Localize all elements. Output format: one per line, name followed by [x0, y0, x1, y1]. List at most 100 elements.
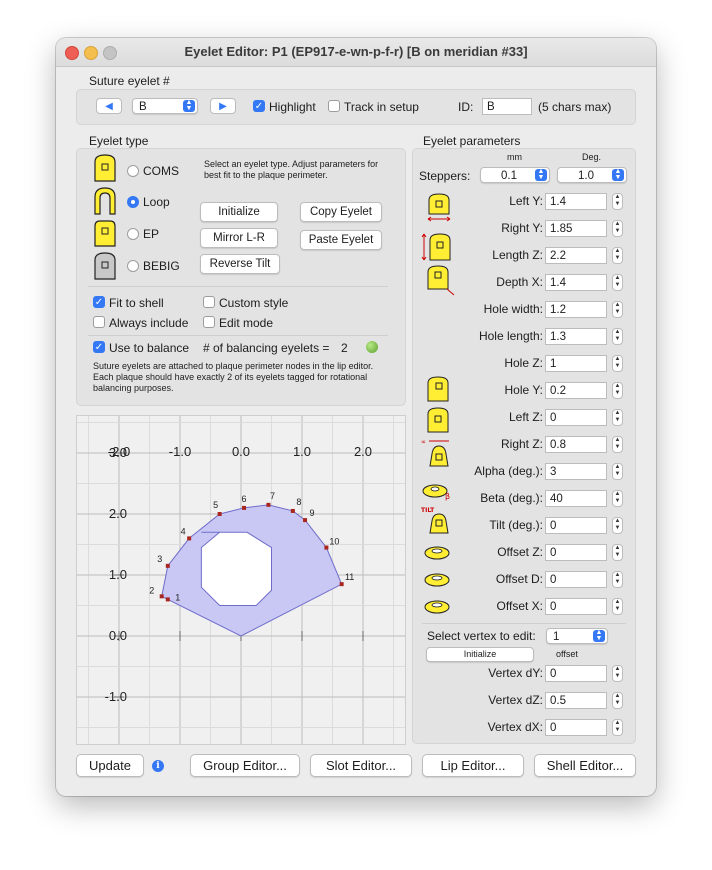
- param-stepper[interactable]: ▲ ▼: [612, 193, 623, 210]
- param-stepper[interactable]: ▲ ▼: [612, 409, 623, 426]
- id-field[interactable]: B: [482, 98, 532, 115]
- param-field[interactable]: 0: [545, 517, 607, 534]
- param-field[interactable]: 0: [545, 544, 607, 561]
- param-stepper[interactable]: ▲ ▼: [612, 598, 623, 615]
- param-label: Depth X:: [496, 275, 543, 289]
- x-tick-label: 2.0: [354, 444, 372, 459]
- custom-style-checkbox[interactable]: [203, 296, 215, 308]
- vertex-stepper[interactable]: ▲ ▼: [612, 665, 623, 682]
- param-label: Hole Z:: [504, 356, 543, 370]
- slot-editor-button[interactable]: Slot Editor...: [310, 754, 412, 777]
- vertex-select[interactable]: 1 ▲ ▼: [546, 628, 608, 644]
- always-include-label: Always include: [109, 316, 189, 330]
- always-include-checkbox[interactable]: [93, 316, 105, 328]
- x-tick-label: -1.0: [169, 444, 191, 459]
- param-field[interactable]: 40: [545, 490, 607, 507]
- group-editor-button[interactable]: Group Editor...: [190, 754, 300, 777]
- param-stepper[interactable]: ▲ ▼: [612, 355, 623, 372]
- mirror-lr-button[interactable]: Mirror L-R: [200, 228, 278, 248]
- param-field[interactable]: 2.2: [545, 247, 607, 264]
- vertex-label: 8: [296, 497, 301, 507]
- initialize-button[interactable]: Initialize: [200, 202, 278, 222]
- eyelet-plot-canvas[interactable]: -2.0 -1.0 0.0 1.0 2.03.02.01.00.0-1.0123456 7…: [77, 416, 405, 744]
- param-field[interactable]: 1.85: [545, 220, 607, 237]
- vertex-field[interactable]: 0: [545, 719, 607, 736]
- vertex-node: [266, 502, 271, 507]
- vertex-node: [339, 582, 344, 587]
- use-to-balance-checkbox[interactable]: ✓: [93, 341, 105, 353]
- param-stepper[interactable]: ▲ ▼: [612, 247, 623, 264]
- reverse-tilt-button[interactable]: Reverse Tilt: [200, 254, 280, 274]
- depth-x-icon: [427, 265, 455, 296]
- vertex-initialize-button[interactable]: Initialize: [426, 647, 534, 662]
- vertex-stepper[interactable]: ▲ ▼: [612, 692, 623, 709]
- update-button[interactable]: Update: [76, 754, 144, 777]
- title-bar[interactable]: Eyelet Editor: P1 (EP917-e-wn-p-f-r) [B …: [56, 38, 656, 67]
- info-icon[interactable]: i: [152, 760, 164, 772]
- shell-editor-button[interactable]: Shell Editor...: [534, 754, 636, 777]
- track-in-setup-checkbox[interactable]: [328, 100, 340, 112]
- eyelet-plot[interactable]: -2.0 -1.0 0.0 1.0 2.0 3.0 2.0 1.0 0.0 -1.0 1 2 3 4 5 6 7…: [76, 415, 406, 745]
- vertex-field[interactable]: 0.5: [545, 692, 607, 709]
- offset-x-icon: [424, 600, 450, 614]
- param-field[interactable]: 0: [545, 598, 607, 615]
- param-field[interactable]: 3: [545, 463, 607, 480]
- vertex-label: 3: [157, 554, 162, 564]
- offset-d-icon: [424, 573, 450, 587]
- stepper-mm-select[interactable]: 0.1 ▲ ▼: [480, 167, 550, 183]
- stepper-deg-select[interactable]: 1.0 ▲ ▼: [557, 167, 627, 183]
- status-ok-icon: [366, 341, 378, 353]
- param-stepper[interactable]: ▲ ▼: [612, 301, 623, 318]
- param-stepper[interactable]: ▲ ▼: [612, 220, 623, 237]
- param-field[interactable]: 1.2: [545, 301, 607, 318]
- vertex-stepper[interactable]: ▲ ▼: [612, 719, 623, 736]
- vertex-label: 4: [181, 526, 186, 536]
- beta-icon: β: [422, 484, 450, 501]
- param-field[interactable]: 0: [545, 571, 607, 588]
- next-eyelet-button[interactable]: ▶: [210, 98, 236, 114]
- ep-eyelet-icon: [94, 220, 116, 247]
- vertex-label: 5: [213, 500, 218, 510]
- param-stepper[interactable]: ▲ ▼: [612, 436, 623, 453]
- vertex-label: Vertex dX:: [487, 720, 543, 734]
- param-stepper[interactable]: ▲ ▼: [612, 544, 623, 561]
- param-field[interactable]: 0.8: [545, 436, 607, 453]
- paste-eyelet-button[interactable]: Paste Eyelet: [300, 230, 382, 250]
- type-label-bebig: BEBIG: [143, 259, 180, 273]
- param-field[interactable]: 0: [545, 409, 607, 426]
- param-stepper[interactable]: ▲ ▼: [612, 463, 623, 480]
- vertex-node: [165, 563, 170, 568]
- type-label-loop: Loop: [143, 195, 170, 209]
- param-field[interactable]: 1.4: [545, 193, 607, 210]
- vertex-field[interactable]: 0: [545, 665, 607, 682]
- param-stepper[interactable]: ▲ ▼: [612, 328, 623, 345]
- lip-editor-button[interactable]: Lip Editor...: [422, 754, 524, 777]
- param-label: Left Z:: [508, 410, 543, 424]
- eyelet-select[interactable]: B ▲ ▼: [132, 98, 198, 114]
- param-field[interactable]: 1.3: [545, 328, 607, 345]
- fit-to-shell-checkbox[interactable]: ✓: [93, 296, 105, 308]
- previous-eyelet-button[interactable]: ◀: [96, 98, 122, 114]
- radio-coms[interactable]: [127, 165, 139, 177]
- param-field[interactable]: 0.2: [545, 382, 607, 399]
- highlight-label: Highlight: [269, 100, 316, 114]
- highlight-checkbox[interactable]: ✓: [253, 100, 265, 112]
- param-stepper[interactable]: ▲ ▼: [612, 490, 623, 507]
- param-label: Hole width:: [483, 302, 543, 316]
- radio-ep[interactable]: [127, 228, 139, 240]
- param-label: Length Z:: [492, 248, 543, 262]
- param-stepper[interactable]: ▲ ▼: [612, 274, 623, 291]
- vertex-select-value: 1: [553, 631, 560, 643]
- edit-mode-checkbox[interactable]: [203, 316, 215, 328]
- radio-bebig[interactable]: [127, 260, 139, 272]
- param-stepper[interactable]: ▲ ▼: [612, 571, 623, 588]
- param-field[interactable]: 1.4: [545, 274, 607, 291]
- chevron-updown-icon: ▲ ▼: [535, 168, 547, 181]
- radio-loop[interactable]: [127, 196, 139, 208]
- param-stepper[interactable]: ▲ ▼: [612, 517, 623, 534]
- eyelet-type-instructions: Select an eyelet type. Adjust parameters…: [204, 159, 379, 180]
- param-field[interactable]: 1: [545, 355, 607, 372]
- vertex-label: Vertex dY:: [488, 666, 543, 680]
- param-stepper[interactable]: ▲ ▼: [612, 382, 623, 399]
- copy-eyelet-button[interactable]: Copy Eyelet: [300, 202, 382, 222]
